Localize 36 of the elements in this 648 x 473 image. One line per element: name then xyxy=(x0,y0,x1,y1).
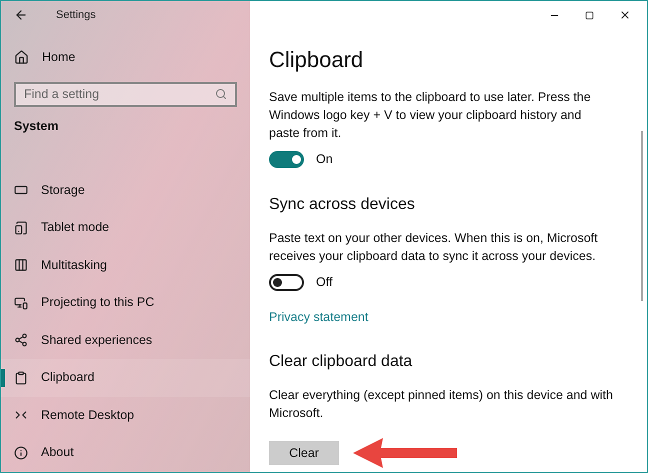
clear-button[interactable]: Clear xyxy=(269,441,339,466)
window-title: Settings xyxy=(56,8,96,23)
columns-icon xyxy=(14,258,28,272)
privacy-link[interactable]: Privacy statement xyxy=(269,308,368,326)
search-icon xyxy=(215,88,227,100)
home-link[interactable]: Home xyxy=(42,48,76,67)
info-icon xyxy=(14,446,28,460)
section-heading: Sync across devices xyxy=(269,194,415,215)
section-label: System xyxy=(13,118,58,135)
maximize-icon[interactable] xyxy=(585,10,594,20)
sidebar-item[interactable]: Clipboard xyxy=(1,359,250,396)
sidebar-item[interactable]: About xyxy=(1,434,250,472)
sidebar-item[interactable]: Tablet mode xyxy=(1,209,250,246)
share-icon xyxy=(14,333,28,348)
sidebar-item[interactable]: Shared experiences xyxy=(1,322,250,359)
toggle-label: Off xyxy=(316,274,332,291)
description-text: Save multiple items to the clipboard to use later. Press the Windows logo key + V to view your clipboard history and paste from it. xyxy=(269,89,592,142)
page-title: Clipboard xyxy=(269,46,364,74)
close-icon[interactable] xyxy=(619,9,631,21)
sidebar-item[interactable]: Remote Desktop xyxy=(1,396,250,434)
sidebar-item[interactable]: Storage xyxy=(1,172,250,209)
tablet-icon xyxy=(14,220,28,235)
sidebar-item[interactable]: Multitasking xyxy=(1,246,250,284)
section-heading: Clear clipboard data xyxy=(269,352,412,372)
home-icon[interactable] xyxy=(14,50,29,65)
monitor-icon xyxy=(14,296,28,310)
toggle-switch[interactable] xyxy=(269,274,304,291)
search-field[interactable]: Find a setting xyxy=(14,82,237,107)
description-text: Clear everything (except pinned items) on this device and with Microsoft. xyxy=(269,387,614,422)
toggle-switch[interactable] xyxy=(269,150,304,168)
scrollbar[interactable] xyxy=(641,131,643,301)
description-text: Paste text on your other devices. When this is on, Microsoft receives your clipboard data to sync it across your devices. xyxy=(269,230,599,265)
clipboard-icon xyxy=(14,370,28,385)
search-input[interactable]: Find a setting xyxy=(24,84,215,104)
toggle-label: On xyxy=(316,151,333,168)
sidebar-item[interactable]: Projecting to this PC xyxy=(1,284,250,322)
